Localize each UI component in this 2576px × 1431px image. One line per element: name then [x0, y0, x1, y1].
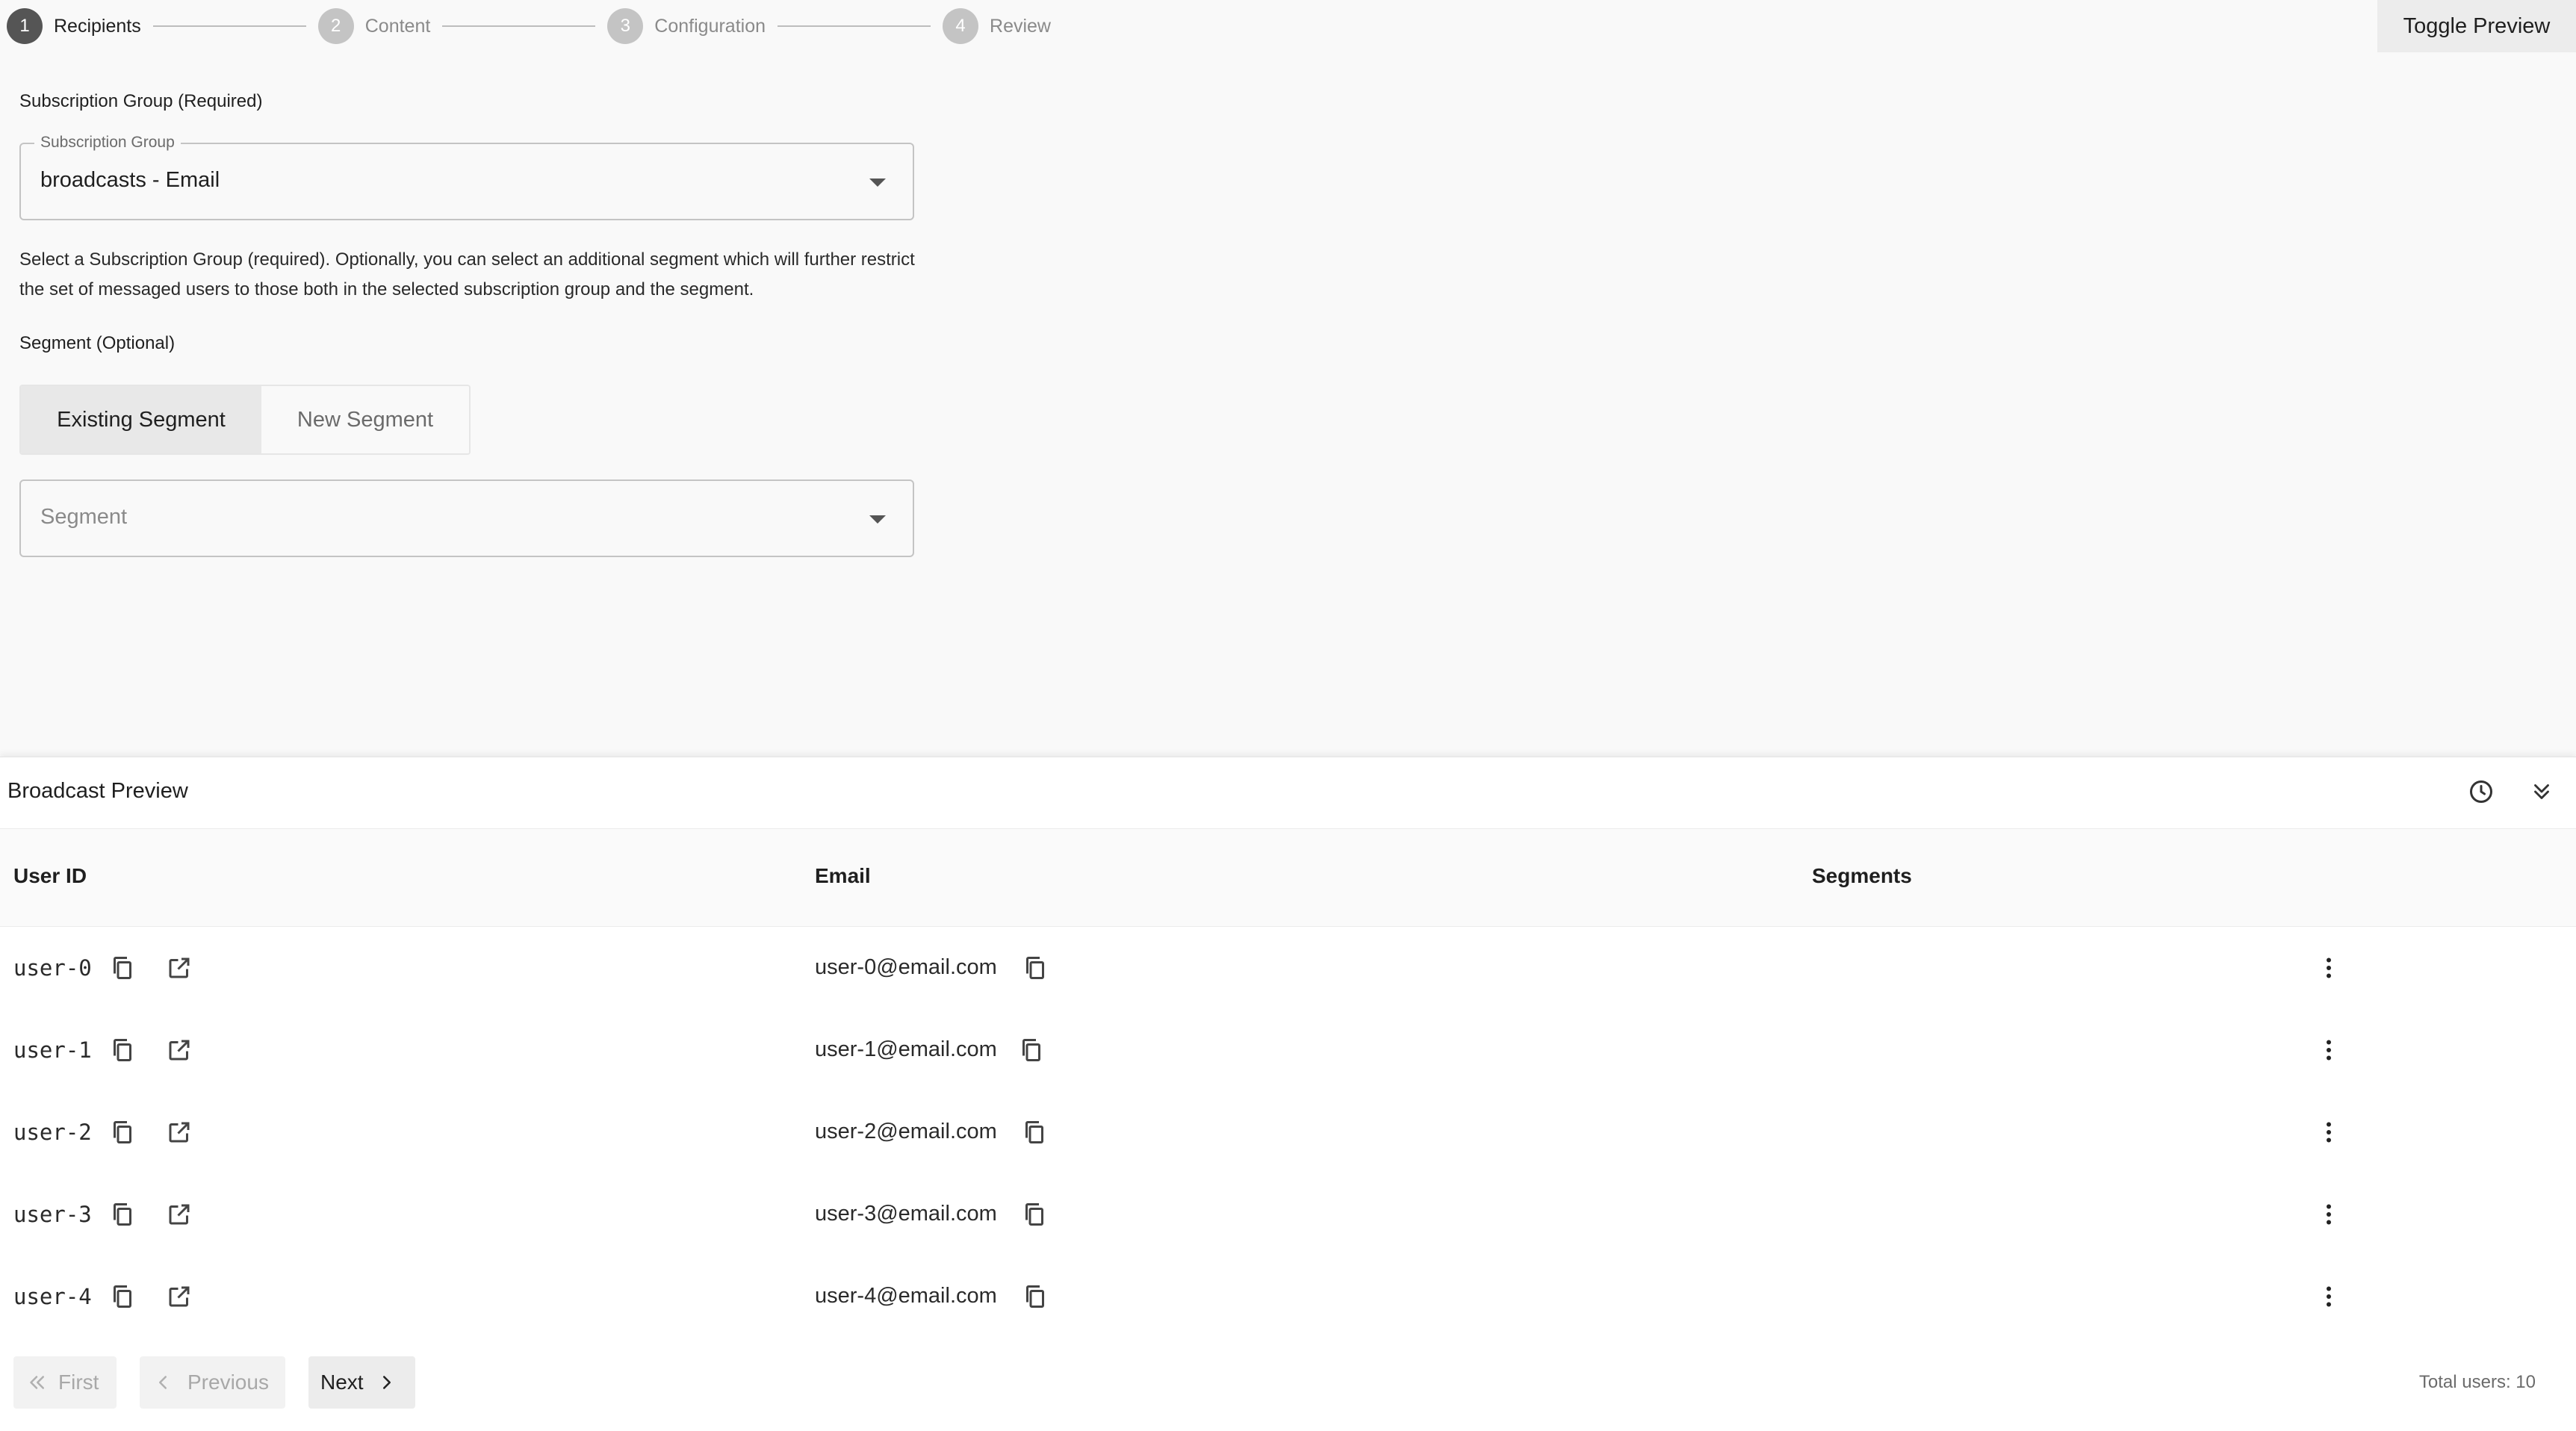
segment-select[interactable]: Segment	[19, 479, 914, 557]
pagination-bar: First Previous Next Total users: 10	[0, 1333, 2576, 1430]
copy-icon[interactable]	[106, 1116, 139, 1149]
toggle-preview-button[interactable]: Toggle Preview	[2377, 0, 2576, 52]
stepper: 1 Recipients 2 Content 3 Configuration 4…	[7, 7, 1051, 45]
copy-icon[interactable]	[1015, 1034, 1048, 1067]
copy-icon[interactable]	[106, 1198, 139, 1231]
column-header-user-id[interactable]: User ID	[13, 864, 87, 888]
dropdown-arrow-icon	[869, 179, 886, 187]
more-options-icon[interactable]	[2312, 952, 2345, 984]
existing-segment-button[interactable]: Existing Segment	[21, 386, 261, 453]
first-page-label: First	[58, 1371, 99, 1394]
double-chevron-left-icon	[30, 1376, 44, 1389]
step-configuration[interactable]: 3 Configuration	[607, 8, 766, 44]
total-users-count: Total users: 10	[2418, 1372, 2536, 1392]
subscription-group-heading: Subscription Group (Required)	[19, 91, 263, 111]
copy-icon[interactable]	[1018, 1116, 1051, 1149]
step-connector	[778, 25, 931, 27]
user-id-cell: user-0	[13, 955, 92, 981]
email-cell: user-3@email.com	[815, 1202, 997, 1226]
subscription-group-legend: Subscription Group	[34, 134, 181, 152]
first-page-button[interactable]: First	[13, 1356, 117, 1409]
segment-heading: Segment (Optional)	[19, 333, 176, 353]
step-number: 2	[317, 8, 354, 44]
copy-icon[interactable]	[1019, 952, 1052, 984]
open-in-new-icon[interactable]	[163, 952, 196, 984]
open-in-new-icon[interactable]	[163, 1034, 196, 1067]
email-cell: user-1@email.com	[815, 1037, 997, 1061]
step-connector	[152, 25, 306, 27]
clock-icon[interactable]	[2465, 775, 2498, 808]
step-label: Review	[990, 15, 1051, 37]
step-label: Content	[364, 15, 431, 37]
table-row: user-1 user-1@email.com	[0, 1009, 2576, 1092]
table-row: user-4 user-4@email.com	[0, 1255, 2576, 1338]
user-id-cell: user-1	[13, 1037, 92, 1063]
step-recipients[interactable]: 1 Recipients	[7, 8, 141, 44]
email-cell: user-2@email.com	[815, 1120, 997, 1143]
table-row: user-2 user-2@email.com	[0, 1091, 2576, 1174]
next-page-label: Next	[320, 1371, 364, 1394]
broadcast-preview-panel: Broadcast Preview User ID Email Segments…	[0, 757, 2576, 1431]
step-number: 4	[943, 8, 979, 44]
segment-placeholder: Segment	[40, 505, 128, 529]
double-chevron-down-icon[interactable]	[2525, 775, 2558, 808]
preview-header: Broadcast Preview	[0, 757, 2576, 829]
step-review[interactable]: 4 Review	[943, 8, 1051, 44]
more-options-icon[interactable]	[2312, 1116, 2345, 1149]
copy-icon[interactable]	[106, 1034, 139, 1067]
more-options-icon[interactable]	[2312, 1198, 2345, 1231]
chevron-right-icon	[382, 1376, 391, 1389]
segment-type-toggle: Existing Segment New Segment	[19, 385, 471, 455]
column-header-email[interactable]: Email	[815, 864, 871, 888]
more-options-icon[interactable]	[2312, 1034, 2345, 1067]
step-label: Configuration	[654, 15, 766, 37]
copy-icon[interactable]	[1018, 1198, 1051, 1231]
dropdown-arrow-icon	[869, 515, 886, 524]
step-number: 3	[607, 8, 644, 44]
previous-page-label: Previous	[187, 1371, 269, 1394]
chevron-left-icon	[159, 1376, 167, 1389]
user-id-cell: user-4	[13, 1284, 92, 1309]
subscription-group-value: broadcasts - Email	[40, 168, 220, 192]
user-id-cell: user-3	[13, 1202, 92, 1227]
email-cell: user-0@email.com	[815, 955, 997, 979]
previous-page-button[interactable]: Previous	[140, 1356, 285, 1409]
open-in-new-icon[interactable]	[163, 1280, 196, 1313]
column-header-segments[interactable]: Segments	[1812, 864, 1912, 888]
preview-title: Broadcast Preview	[7, 779, 188, 803]
step-number: 1	[7, 8, 43, 44]
open-in-new-icon[interactable]	[163, 1116, 196, 1149]
step-content[interactable]: 2 Content	[317, 8, 431, 44]
more-options-icon[interactable]	[2312, 1280, 2345, 1313]
subscription-help-text: Select a Subscription Group (required). …	[19, 249, 915, 299]
table-header: User ID Email Segments	[0, 829, 2576, 927]
step-label: Recipients	[54, 15, 141, 37]
copy-icon[interactable]	[106, 1280, 139, 1313]
new-segment-button[interactable]: New Segment	[261, 386, 469, 453]
user-id-cell: user-2	[13, 1120, 92, 1145]
step-connector	[442, 25, 596, 27]
subscription-group-select[interactable]: Subscription Group broadcasts - Email	[19, 134, 914, 220]
next-page-button[interactable]: Next	[308, 1356, 415, 1409]
copy-icon[interactable]	[106, 952, 139, 984]
open-in-new-icon[interactable]	[163, 1198, 196, 1231]
table-row: user-0 user-0@email.com	[0, 927, 2576, 1010]
copy-icon[interactable]	[1019, 1280, 1052, 1313]
email-cell: user-4@email.com	[815, 1284, 997, 1308]
table-row: user-3 user-3@email.com	[0, 1173, 2576, 1256]
